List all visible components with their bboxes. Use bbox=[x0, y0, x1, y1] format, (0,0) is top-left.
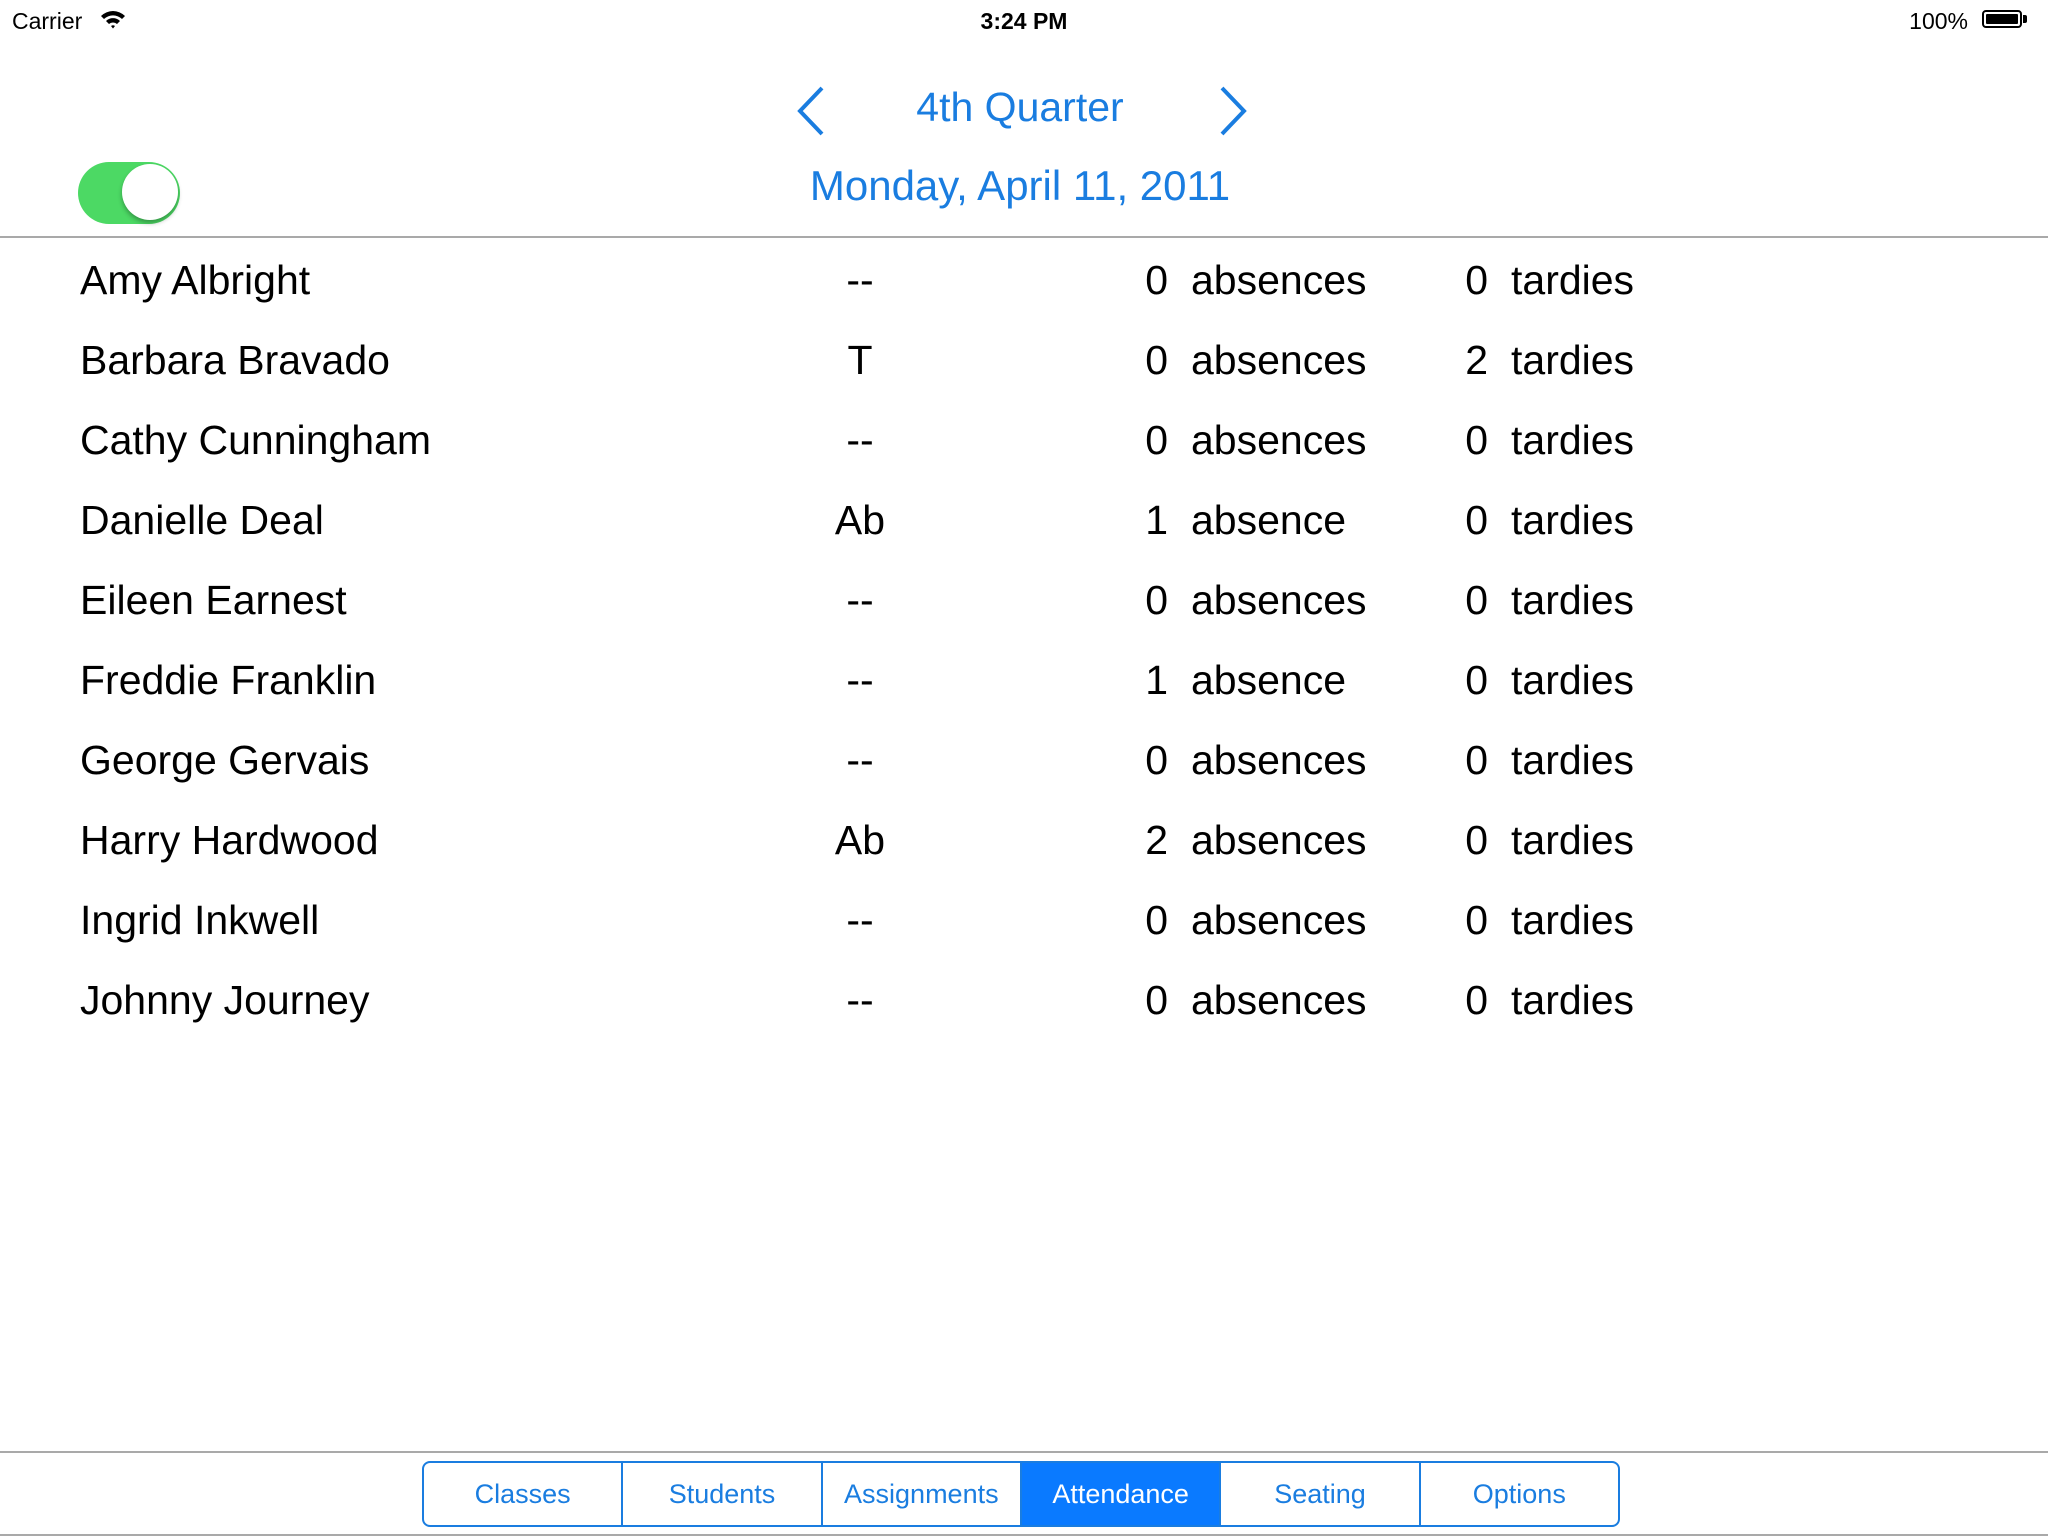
status-bar: Carrier 3:24 PM 100% bbox=[0, 0, 2048, 40]
battery-tip bbox=[2023, 15, 2027, 23]
student-row[interactable]: Harry Hardwood Ab 2 absences 0 tardies bbox=[0, 800, 2048, 880]
student-row[interactable]: George Gervais -- 0 absences 0 tardies bbox=[0, 720, 2048, 800]
tardy-label: tardies bbox=[1511, 577, 1635, 623]
next-period-button[interactable] bbox=[1212, 84, 1252, 138]
battery-icon bbox=[1982, 10, 2022, 28]
student-row[interactable]: Amy Albright -- 0 absences 0 tardies bbox=[0, 240, 2048, 320]
tardy-label: tardies bbox=[1511, 657, 1635, 703]
main-tab-control: Classes Students Assignments Attendance … bbox=[422, 1461, 1620, 1527]
absence-count: 0 bbox=[1145, 897, 1168, 943]
tardy-label: tardies bbox=[1511, 417, 1635, 463]
absence-count: 2 bbox=[1145, 817, 1168, 863]
tardy-label: tardies bbox=[1511, 977, 1635, 1023]
absence-label: absences bbox=[1191, 817, 1367, 863]
absence-count: 0 bbox=[1145, 417, 1168, 463]
student-row[interactable]: Ingrid Inkwell -- 0 absences 0 tardies bbox=[0, 880, 2048, 960]
absence-label: absence bbox=[1191, 497, 1347, 543]
status-time: 3:24 PM bbox=[980, 8, 1068, 34]
student-name: Johnny Journey bbox=[80, 977, 370, 1023]
tardy-count: 0 bbox=[1465, 977, 1488, 1023]
absence-label: absences bbox=[1191, 257, 1367, 303]
student-name: Freddie Franklin bbox=[80, 657, 377, 703]
attendance-code[interactable]: -- bbox=[780, 720, 940, 800]
student-name: George Gervais bbox=[80, 737, 370, 783]
tab-attendance[interactable]: Attendance bbox=[1021, 1463, 1222, 1525]
attendance-code[interactable]: Ab bbox=[780, 800, 940, 880]
tardy-count: 0 bbox=[1465, 897, 1488, 943]
attendance-code[interactable]: T bbox=[780, 320, 940, 400]
absence-label: absence bbox=[1191, 657, 1347, 703]
student-row[interactable]: Freddie Franklin -- 1 absence 0 tardies bbox=[0, 640, 2048, 720]
tardy-count: 0 bbox=[1465, 817, 1488, 863]
absence-label: absences bbox=[1191, 577, 1367, 623]
absence-count: 0 bbox=[1145, 257, 1168, 303]
tab-seating[interactable]: Seating bbox=[1221, 1463, 1421, 1525]
absence-label: absences bbox=[1191, 417, 1367, 463]
chevron-right-icon bbox=[1220, 86, 1247, 136]
absence-count: 0 bbox=[1145, 737, 1168, 783]
tab-options[interactable]: Options bbox=[1421, 1463, 1618, 1525]
tab-classes[interactable]: Classes bbox=[424, 1463, 624, 1525]
absence-label: absences bbox=[1191, 977, 1367, 1023]
period-title: 4th Quarter bbox=[916, 84, 1124, 130]
tardy-label: tardies bbox=[1511, 497, 1635, 543]
date-label[interactable]: Monday, April 11, 2011 bbox=[0, 162, 2040, 210]
absence-count: 0 bbox=[1145, 337, 1168, 383]
tardy-label: tardies bbox=[1511, 257, 1635, 303]
tardy-count: 0 bbox=[1465, 577, 1488, 623]
tardy-label: tardies bbox=[1511, 817, 1635, 863]
battery-percent: 100% bbox=[1909, 8, 1968, 34]
absence-label: absences bbox=[1191, 337, 1367, 383]
attendance-code[interactable]: -- bbox=[780, 960, 940, 1040]
student-row[interactable]: Cathy Cunningham -- 0 absences 0 tardies bbox=[0, 400, 2048, 480]
attendance-code[interactable]: -- bbox=[780, 240, 940, 320]
tardy-count: 0 bbox=[1465, 737, 1488, 783]
toolbar-divider bbox=[0, 1451, 2048, 1453]
tardy-count: 0 bbox=[1465, 257, 1488, 303]
student-name: Eileen Earnest bbox=[80, 577, 347, 623]
attendance-code[interactable]: -- bbox=[780, 560, 940, 640]
absence-count: 1 bbox=[1145, 657, 1168, 703]
student-name: Harry Hardwood bbox=[80, 817, 379, 863]
student-row[interactable]: Johnny Journey -- 0 absences 0 tardies bbox=[0, 960, 2048, 1040]
absence-count: 0 bbox=[1145, 577, 1168, 623]
tardy-label: tardies bbox=[1511, 337, 1635, 383]
tab-students[interactable]: Students bbox=[623, 1463, 823, 1525]
header-divider bbox=[0, 236, 2048, 238]
student-row[interactable]: Danielle Deal Ab 1 absence 0 tardies bbox=[0, 480, 2048, 560]
student-name: Amy Albright bbox=[80, 257, 311, 303]
absence-count: 0 bbox=[1145, 977, 1168, 1023]
tardy-count: 0 bbox=[1465, 497, 1488, 543]
student-name: Ingrid Inkwell bbox=[80, 897, 320, 943]
student-row[interactable]: Barbara Bravado T 0 absences 2 tardies bbox=[0, 320, 2048, 400]
attendance-code[interactable]: Ab bbox=[780, 480, 940, 560]
absence-label: absences bbox=[1191, 737, 1367, 783]
student-name: Danielle Deal bbox=[80, 497, 324, 543]
student-name: Cathy Cunningham bbox=[80, 417, 431, 463]
absence-label: absences bbox=[1191, 897, 1367, 943]
attendance-code[interactable]: -- bbox=[780, 400, 940, 480]
tardy-count: 0 bbox=[1465, 657, 1488, 703]
attendance-code[interactable]: -- bbox=[780, 640, 940, 720]
tardy-count: 0 bbox=[1465, 417, 1488, 463]
tardy-label: tardies bbox=[1511, 897, 1635, 943]
student-row[interactable]: Eileen Earnest -- 0 absences 0 tardies bbox=[0, 560, 2048, 640]
tab-assignments[interactable]: Assignments bbox=[823, 1463, 1022, 1525]
attendance-code[interactable]: -- bbox=[780, 880, 940, 960]
tardy-count: 2 bbox=[1465, 337, 1488, 383]
absence-count: 1 bbox=[1145, 497, 1168, 543]
tardy-label: tardies bbox=[1511, 737, 1635, 783]
student-name: Barbara Bravado bbox=[80, 337, 390, 383]
